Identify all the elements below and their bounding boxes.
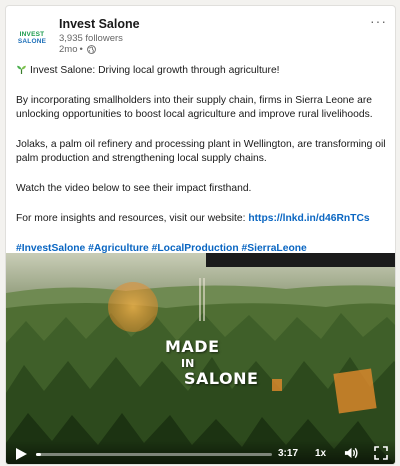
time-remaining: 3:17	[278, 448, 299, 459]
paragraph-line: By incorporating smallholders into their…	[16, 95, 372, 106]
globe-icon	[86, 45, 96, 54]
post-time: 2mo	[59, 44, 78, 55]
website-link[interactable]: https://lnkd.in/d46RnTCs	[248, 213, 369, 224]
overlay-word-salone: SALONE	[184, 369, 259, 388]
paragraph-smallholders: By incorporating smallholders into their…	[16, 94, 373, 122]
logo-line-1: INVEST	[19, 31, 45, 38]
playback-speed-button[interactable]: 1x	[315, 448, 326, 459]
ellipsis-icon: ···	[370, 13, 387, 29]
overlay-word-made: MADE	[165, 337, 220, 356]
paragraph-website: For more insights and resources, visit o…	[16, 212, 370, 226]
intro-text: Invest Salone: Driving local growth thro…	[30, 65, 280, 76]
play-icon[interactable]	[14, 447, 28, 461]
meta-separator: •	[79, 44, 83, 55]
paragraph-line: Jolaks, a palm oil refinery and processi…	[16, 139, 386, 150]
paragraph-line: palm production and strengthening local …	[16, 153, 267, 164]
post-meta: 2mo •	[59, 44, 96, 55]
video-progress-fill	[36, 453, 41, 456]
fullscreen-icon[interactable]	[374, 446, 388, 460]
volume-icon[interactable]	[344, 446, 359, 460]
video-player[interactable]: MADE IN SALONE 3:17 1x	[6, 253, 395, 464]
more-options-button[interactable]: ···	[370, 13, 387, 29]
company-logo[interactable]: INVEST SALONE	[16, 22, 48, 54]
video-progress-bar[interactable]	[36, 453, 272, 456]
post-header: INVEST SALONE Invest Salone 3,935 follow…	[6, 6, 395, 58]
followers-count: 3,935 followers	[59, 33, 123, 44]
paragraph-line: unlocking opportunities to boost local a…	[16, 109, 373, 120]
overlay-word-in: IN	[181, 357, 195, 370]
logo-line-2: SALONE	[17, 38, 47, 45]
post-intro: Invest Salone: Driving local growth thro…	[16, 64, 280, 78]
paragraph-jolaks: Jolaks, a palm oil refinery and processi…	[16, 138, 386, 166]
website-prefix: For more insights and resources, visit o…	[16, 213, 249, 224]
seedling-icon	[17, 65, 26, 74]
video-frame	[6, 253, 395, 464]
paragraph-watch: Watch the video below to see their impac…	[16, 183, 252, 194]
org-name-link[interactable]: Invest Salone	[59, 17, 140, 31]
post-card: INVEST SALONE Invest Salone 3,935 follow…	[5, 5, 396, 465]
video-controls: 3:17 1x	[6, 440, 395, 464]
